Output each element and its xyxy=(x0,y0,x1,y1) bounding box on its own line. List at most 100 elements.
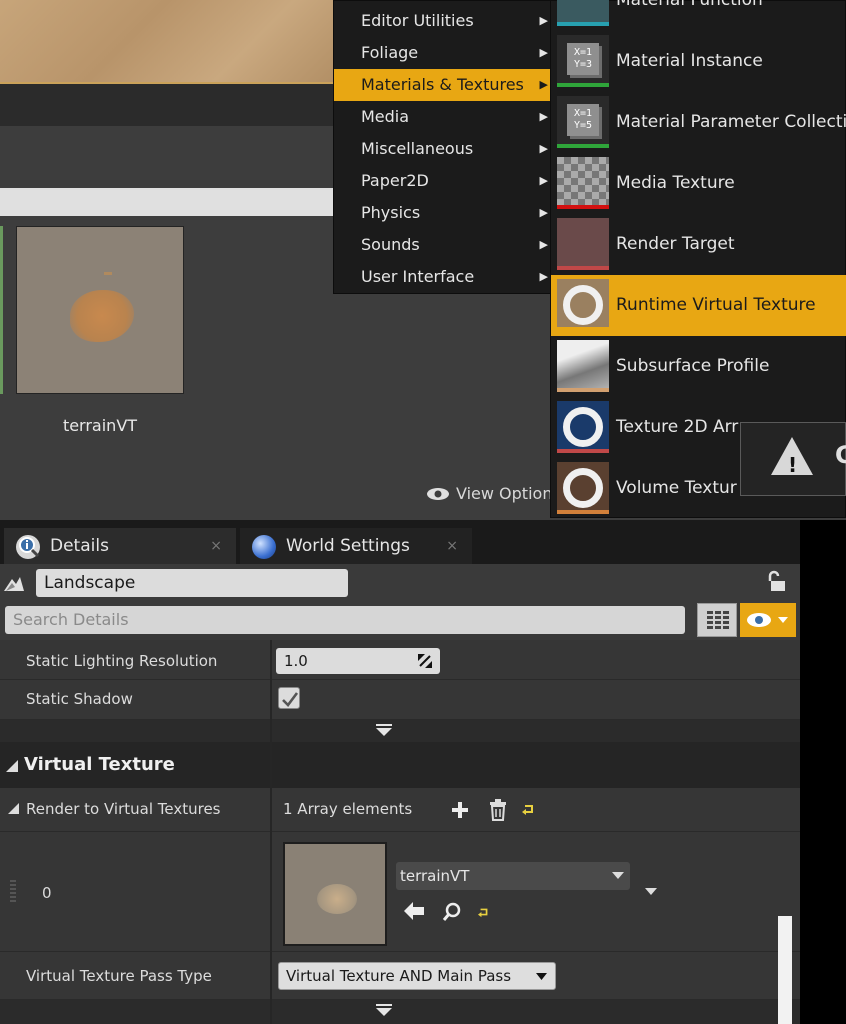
menu-item-category[interactable]: Paper2D ▶ xyxy=(334,165,552,197)
chevron-down-icon xyxy=(376,728,392,736)
array-element-row: 0 terrainVT xyxy=(0,832,800,952)
view-options-button[interactable]: View Option xyxy=(426,484,552,503)
menu-item-label: Miscellaneous xyxy=(361,139,474,158)
volume-texture-icon xyxy=(557,462,609,514)
property-matrix-button[interactable] xyxy=(697,603,737,637)
chevron-down-icon xyxy=(778,617,788,623)
magnifier-info-icon xyxy=(16,535,40,559)
menu-item-asset-type[interactable]: Subsurface Profile xyxy=(551,336,846,397)
close-icon[interactable]: × xyxy=(446,528,458,564)
menu-item-asset-type[interactable]: Media Texture xyxy=(551,153,846,214)
menu-item-label: Texture 2D Arr xyxy=(616,417,739,437)
menu-item-category[interactable]: Foliage ▶ xyxy=(334,37,552,69)
asset-color-bar xyxy=(557,388,609,392)
subsurface-profile-icon xyxy=(557,340,609,392)
menu-item-label: Physics xyxy=(361,203,421,222)
submenu-arrow-icon: ▶ xyxy=(539,238,548,251)
property-label: Static Lighting Resolution xyxy=(26,652,218,670)
close-icon[interactable]: × xyxy=(210,528,222,564)
submenu-arrow-icon: ▶ xyxy=(539,206,548,219)
asset-color-bar xyxy=(557,22,609,26)
menu-item-category[interactable]: Media ▶ xyxy=(334,101,552,133)
search-input[interactable]: Search Details xyxy=(5,606,685,634)
resize-icon xyxy=(418,654,432,668)
element-thumbnail[interactable] xyxy=(283,842,387,946)
view-options-label: View Option xyxy=(456,484,553,503)
property-label: Render to Virtual Textures xyxy=(26,800,221,818)
static-lighting-resolution-field[interactable]: 1.0 xyxy=(276,648,440,674)
menu-item-label: Media xyxy=(361,107,410,126)
tab-details-label: Details xyxy=(50,536,109,556)
warning-text: C xyxy=(835,441,846,469)
advanced-expander[interactable] xyxy=(0,720,800,742)
menu-item-asset-type[interactable]: Runtime Virtual Texture xyxy=(551,275,846,336)
add-icon[interactable] xyxy=(450,800,470,820)
globe-icon xyxy=(252,535,276,559)
material-function-icon xyxy=(557,0,609,26)
menu-item-category[interactable]: Physics ▶ xyxy=(334,197,552,229)
drag-handle-icon[interactable] xyxy=(10,880,16,904)
advanced-expander[interactable] xyxy=(0,1000,800,1024)
reset-icon[interactable] xyxy=(478,906,490,918)
asset-label[interactable]: terrainVT xyxy=(30,416,170,435)
property-row: Static Lighting Resolution 1.0 xyxy=(0,640,800,680)
render-target-icon xyxy=(557,218,609,270)
tile-glyph: X=1 Y=5 xyxy=(567,104,599,136)
menu-item-label: Runtime Virtual Texture xyxy=(616,295,816,315)
submenu-arrow-icon: ▶ xyxy=(539,14,548,27)
menu-item-label: Editor Utilities xyxy=(361,11,474,30)
category-menu: Editor Utilities ▶ Foliage ▶ Materials & Tex… xyxy=(333,0,552,294)
menu-item-label: Material Function xyxy=(616,0,763,10)
tile-glyph: X=1 Y=3 xyxy=(567,43,599,75)
reset-icon[interactable] xyxy=(522,802,536,816)
menu-item-category[interactable]: Sounds ▶ xyxy=(334,229,552,261)
menu-item-asset-type[interactable]: X=1 Y=3 Material Instance xyxy=(551,31,846,92)
collapse-arrow-icon[interactable] xyxy=(8,803,19,814)
menu-item-label: Material Parameter Collectio xyxy=(616,112,846,132)
menu-item-category[interactable]: Materials & Textures ▶ xyxy=(334,69,552,101)
menu-item-category[interactable]: User Interface ▶ xyxy=(334,261,552,293)
media-texture-icon xyxy=(557,157,609,209)
menu-item-label: Foliage xyxy=(361,43,419,62)
asset-color-bar xyxy=(557,83,609,87)
menu-item-category[interactable]: Miscellaneous ▶ xyxy=(334,133,552,165)
collapse-arrow-icon xyxy=(6,760,18,772)
chevron-down-icon xyxy=(536,973,547,980)
asset-color-bar xyxy=(557,144,609,148)
static-lighting-resolution-value: 1.0 xyxy=(284,652,308,670)
static-shadow-checkbox[interactable] xyxy=(278,687,300,709)
menu-item-asset-type[interactable]: Material Function xyxy=(551,0,846,31)
object-name-field[interactable]: Landscape xyxy=(36,569,348,597)
property-label: Virtual Texture Pass Type xyxy=(26,967,212,985)
tab-details[interactable]: Details × xyxy=(4,528,236,564)
menu-item-label: Sounds xyxy=(361,235,420,254)
property-row: Render to Virtual Textures 1 Array eleme… xyxy=(0,788,800,832)
menu-item-label: Material Instance xyxy=(616,51,763,71)
texture-2d-array-icon xyxy=(557,401,609,453)
grid-icon xyxy=(707,611,729,631)
chevron-down-icon xyxy=(376,1008,392,1016)
material-instance-icon: X=1 Y=3 xyxy=(557,35,609,87)
expander-line xyxy=(376,1004,392,1006)
asset-selection-edge xyxy=(0,226,3,394)
menu-item-label: Volume Textur xyxy=(616,478,737,498)
pass-type-dropdown[interactable]: Virtual Texture AND Main Pass xyxy=(278,962,556,990)
menu-item-asset-type[interactable]: Render Target xyxy=(551,214,846,275)
column-divider[interactable] xyxy=(270,640,272,1024)
submenu-arrow-icon: ▶ xyxy=(539,110,548,123)
trash-icon[interactable] xyxy=(488,799,508,821)
submenu-arrow-icon: ▶ xyxy=(539,142,548,155)
browse-search-icon[interactable] xyxy=(442,902,462,922)
warning-notification[interactable]: ! C xyxy=(740,422,846,496)
menu-item-asset-type[interactable]: X=1 Y=5 Material Parameter Collectio xyxy=(551,92,846,153)
lock-icon[interactable] xyxy=(766,570,788,594)
tab-world-settings[interactable]: World Settings × xyxy=(240,528,472,564)
use-selected-arrow-icon[interactable] xyxy=(404,902,424,920)
chevron-down-icon[interactable] xyxy=(645,888,657,895)
menu-item-category[interactable]: Editor Utilities ▶ xyxy=(334,5,552,37)
asset-picker-combo[interactable]: terrainVT xyxy=(396,862,630,890)
property-label: Static Shadow xyxy=(26,690,133,708)
details-scrollbar[interactable] xyxy=(778,916,792,1024)
visibility-filter-button[interactable] xyxy=(740,603,796,637)
ring-shape xyxy=(563,285,603,325)
